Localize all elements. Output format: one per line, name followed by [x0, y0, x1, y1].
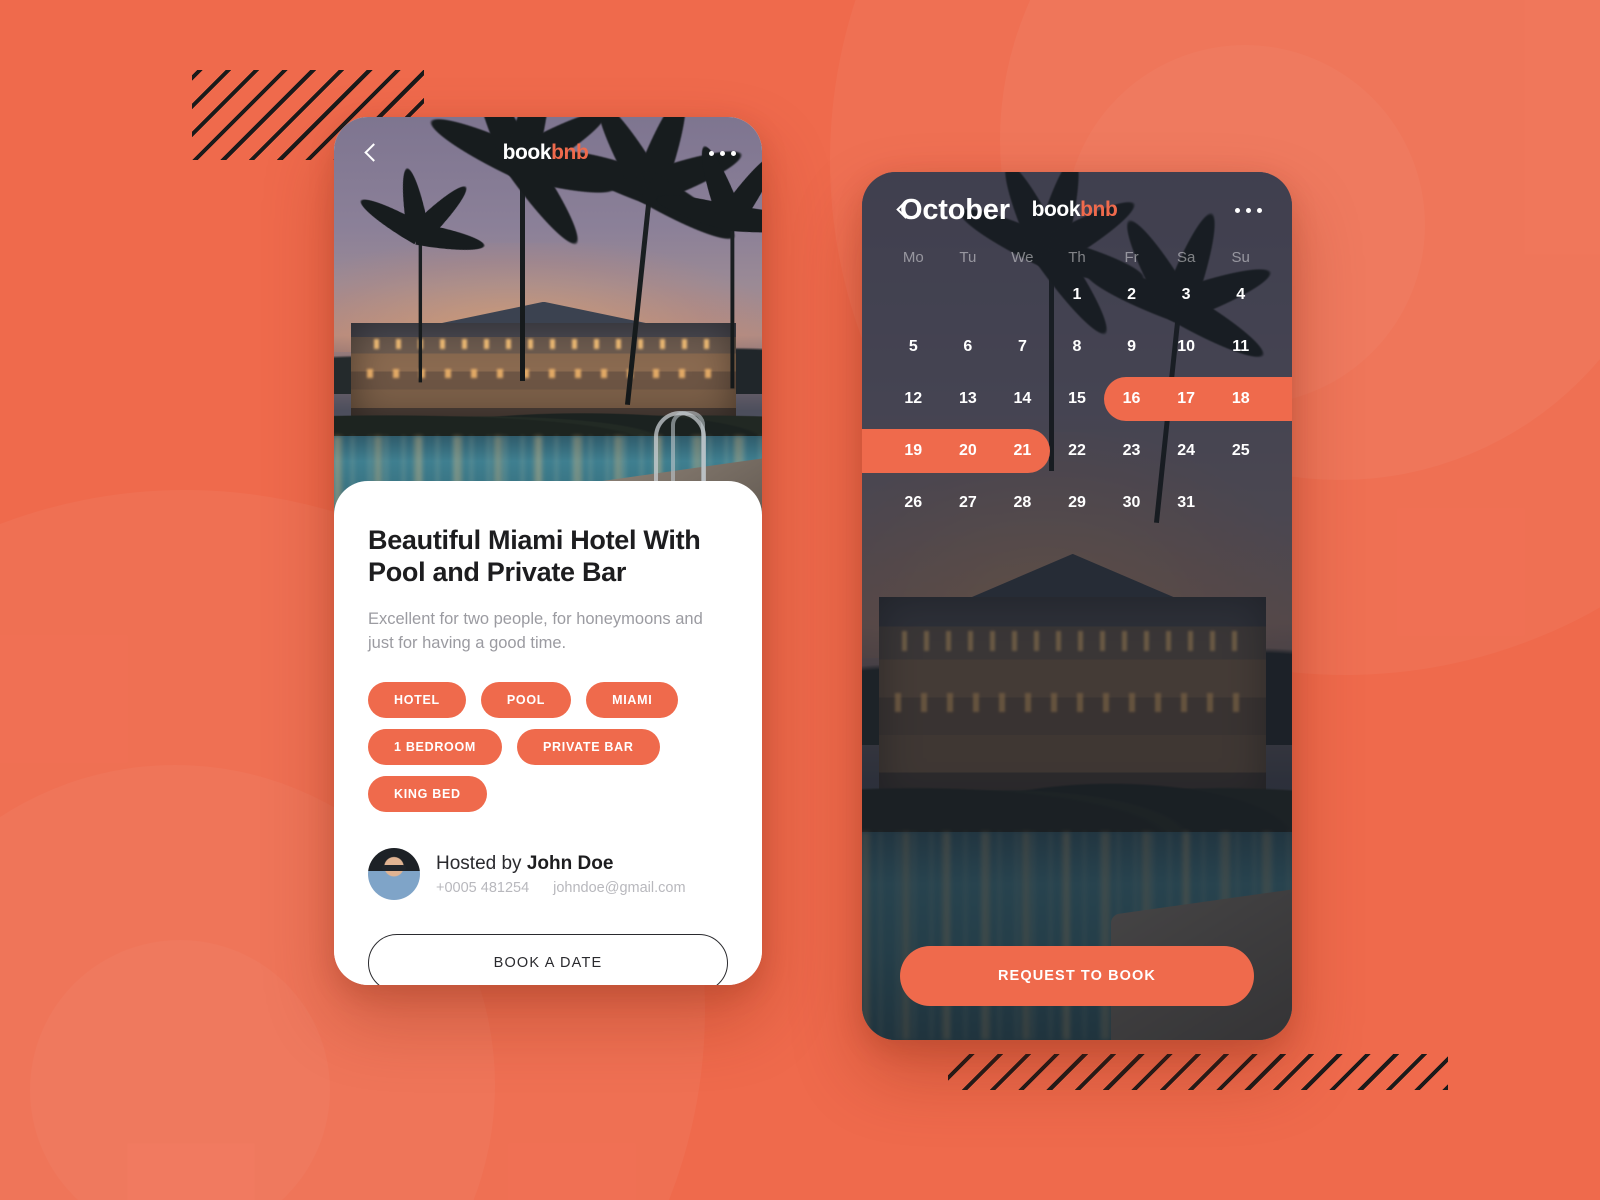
weekday-header-row: Mo Tu We Th Fr Sa Su	[862, 249, 1292, 266]
listing-description: Excellent for two people, for honeymoons…	[368, 609, 703, 653]
calendar-day[interactable]: 6	[941, 324, 996, 370]
calendar-week-row: 19 20 21 22 23 24 25	[862, 428, 1292, 474]
calendar-appbar: bookbnb	[862, 172, 1292, 248]
calendar-day[interactable]: 15	[1050, 376, 1105, 422]
calendar-day[interactable]: 3	[1159, 272, 1214, 318]
listing-tag[interactable]: HOTEL	[368, 682, 466, 719]
calendar-day[interactable]: 11	[1213, 324, 1268, 370]
calendar-week-row: 5 6 7 8 9 10 11	[862, 324, 1292, 370]
chevron-left-icon[interactable]	[892, 199, 914, 221]
calendar-day[interactable]: 20	[941, 428, 996, 474]
listing-hero-image: bookbnb	[334, 117, 762, 537]
listing-tag[interactable]: PRIVATE BAR	[517, 729, 660, 766]
listing-tag[interactable]: MIAMI	[586, 682, 679, 719]
page-title: Beautiful Miami Hotel With Pool and Priv…	[368, 525, 701, 587]
calendar-day[interactable]: 27	[941, 480, 996, 526]
calendar-day[interactable]: 18	[1213, 376, 1268, 422]
more-dots-icon[interactable]	[708, 150, 736, 156]
detail-appbar: bookbnb	[334, 117, 762, 189]
calendar-day-empty	[995, 272, 1050, 318]
listing-tag[interactable]: 1 BEDROOM	[368, 729, 503, 766]
chevron-left-icon[interactable]	[360, 142, 382, 164]
brand-logo-part2: bnb	[551, 141, 589, 164]
host-phone: +0005 481254	[436, 879, 530, 896]
calendar-day[interactable]: 25	[1213, 428, 1268, 474]
brand-logo-part2: bnb	[1080, 198, 1118, 221]
calendar-day[interactable]: 23	[1104, 428, 1159, 474]
host-name: John Doe	[526, 852, 614, 874]
listing-info-card: Beautiful Miami Hotel With Pool and Priv…	[334, 481, 762, 985]
weekday-label: Th	[1068, 249, 1086, 266]
weekday-label: We	[1011, 249, 1034, 266]
calendar-week-row: 12 13 14 15 16 17 18	[862, 376, 1292, 422]
calendar-day[interactable]: 10	[1159, 324, 1214, 370]
weekday-label: Tu	[959, 249, 977, 266]
weekday-label: Sa	[1176, 249, 1196, 266]
calendar-day[interactable]: 12	[886, 376, 941, 422]
brand-logo: bookbnb	[503, 141, 589, 165]
calendar-day[interactable]: 29	[1050, 480, 1105, 526]
calendar-day[interactable]: 16	[1104, 376, 1159, 422]
calendar-day[interactable]: 26	[886, 480, 941, 526]
decor-stripes-bottom-right	[948, 1054, 1448, 1090]
avatar	[368, 848, 420, 901]
calendar-day-empty	[941, 272, 996, 318]
calendar-day[interactable]: 19	[886, 428, 941, 474]
host-email: johndoe@gmail.com	[553, 879, 686, 896]
weekday-label: Mo	[902, 249, 924, 266]
calendar-day[interactable]: 4	[1213, 272, 1268, 318]
calendar-day[interactable]: 22	[1050, 428, 1105, 474]
host-section: Hosted by John Doe +0005 481254 johndoe@…	[368, 848, 728, 901]
phone-listing-detail: bookbnb Beautiful Miami Hotel With Pool …	[334, 117, 762, 985]
weekday-label: Su	[1231, 249, 1250, 266]
weekday-label: Fr	[1124, 249, 1139, 266]
listing-tag[interactable]: KING BED	[368, 776, 487, 813]
host-name-line: Hosted by John Doe	[436, 853, 686, 875]
calendar-day[interactable]: 14	[995, 376, 1050, 422]
calendar-week-row: 26 27 28 29 30 31	[862, 480, 1292, 526]
listing-tag[interactable]: POOL	[480, 682, 572, 719]
calendar-day[interactable]: 5	[886, 324, 941, 370]
calendar-day[interactable]: 8	[1050, 324, 1105, 370]
listing-tag-list: HOTEL POOL MIAMI 1 BEDROOM PRIVATE BAR KING B…	[368, 682, 728, 813]
calendar-day[interactable]: 21	[995, 428, 1050, 474]
calendar-day[interactable]: 13	[941, 376, 996, 422]
calendar-day[interactable]: 7	[995, 324, 1050, 370]
calendar-day-empty	[1213, 480, 1268, 526]
calendar-week-row: 1234	[862, 272, 1292, 318]
calendar-day[interactable]: 1	[1050, 272, 1105, 318]
brand-logo-part1: book	[502, 141, 552, 164]
canvas: bookbnb Beautiful Miami Hotel With Pool …	[0, 0, 1600, 1200]
host-prefix: Hosted by	[436, 852, 522, 874]
more-dots-icon[interactable]	[1234, 207, 1262, 213]
brand-logo-part1: book	[1031, 198, 1081, 221]
calendar-day[interactable]: 31	[1159, 480, 1214, 526]
calendar-day[interactable]: 28	[995, 480, 1050, 526]
decor-circle-bottom-left-inner	[30, 940, 330, 1200]
brand-logo: bookbnb	[1032, 198, 1118, 222]
calendar-day-empty	[886, 272, 941, 318]
pool-ladder	[654, 411, 707, 483]
phone-calendar: bookbnb October Mo Tu We Th Fr Sa Su 1 2 3 4 5 6 7 8 9 10…	[862, 172, 1292, 1040]
book-a-date-button[interactable]: BOOK A DATE	[368, 934, 728, 985]
calendar-day[interactable]: 30	[1104, 480, 1159, 526]
request-to-book-button[interactable]: REQUEST TO BOOK	[900, 946, 1254, 1006]
calendar-day[interactable]: 9	[1104, 324, 1159, 370]
calendar-day[interactable]: 17	[1159, 376, 1214, 422]
calendar-day[interactable]: 2	[1104, 272, 1159, 318]
calendar-day[interactable]: 24	[1159, 428, 1214, 474]
